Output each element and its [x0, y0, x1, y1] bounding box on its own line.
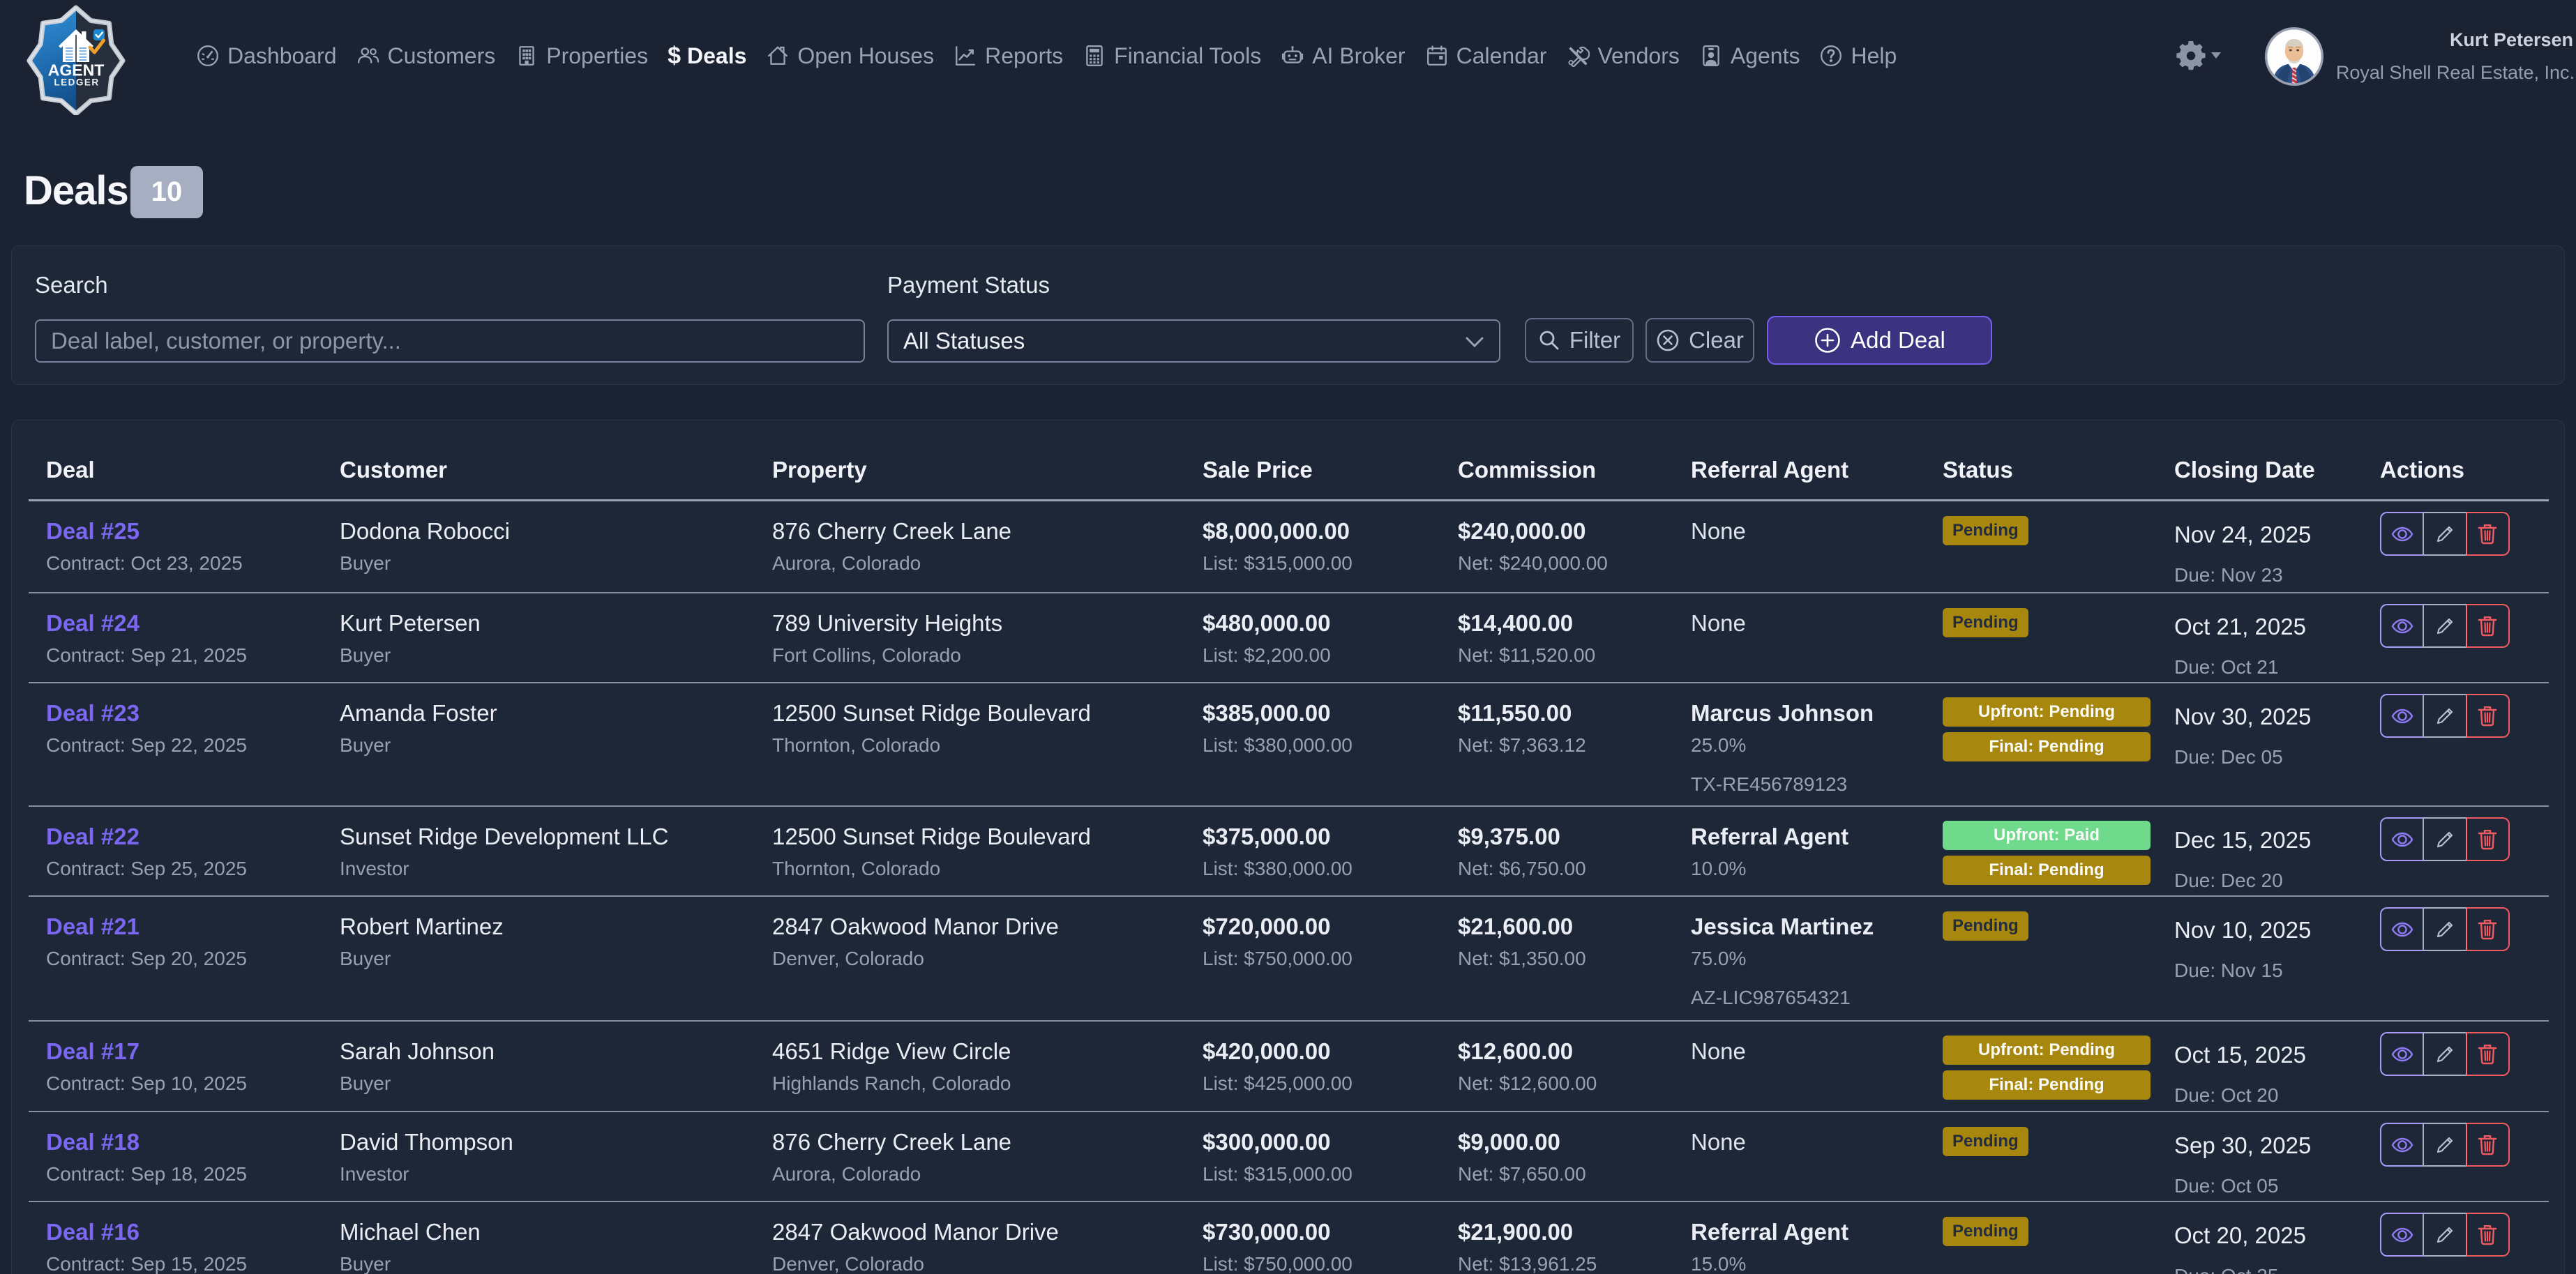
svg-text:LEDGER: LEDGER	[54, 77, 99, 88]
